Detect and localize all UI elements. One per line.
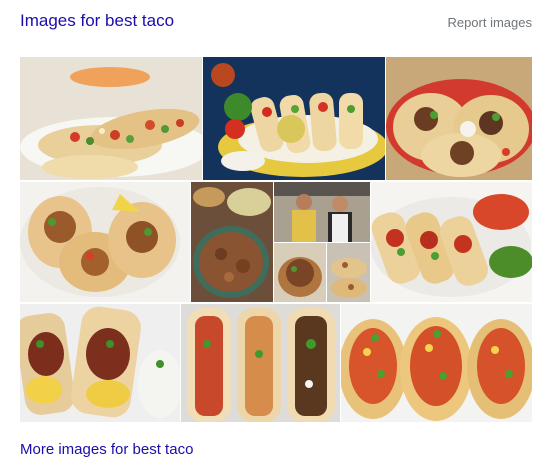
taco-image-thumbnail[interactable] xyxy=(20,57,202,180)
taco-image-thumbnail[interactable] xyxy=(371,182,532,302)
taco-image-thumbnail[interactable] xyxy=(203,57,385,180)
taco-image-thumbnail[interactable] xyxy=(20,182,190,302)
report-images-link[interactable]: Report images xyxy=(447,15,532,30)
images-section-title[interactable]: Images for best taco xyxy=(20,11,174,31)
more-images-link[interactable]: More images for best taco xyxy=(20,441,193,458)
taco-image-thumbnail[interactable] xyxy=(191,182,273,302)
taco-image-thumbnail[interactable] xyxy=(327,243,370,302)
taco-image-thumbnail[interactable] xyxy=(341,304,532,422)
taco-image-thumbnail[interactable] xyxy=(274,182,370,242)
taco-image-thumbnail[interactable] xyxy=(181,304,340,422)
taco-image-thumbnail[interactable] xyxy=(386,57,532,180)
taco-image-thumbnail[interactable] xyxy=(274,243,326,302)
taco-image-thumbnail[interactable] xyxy=(20,304,180,422)
